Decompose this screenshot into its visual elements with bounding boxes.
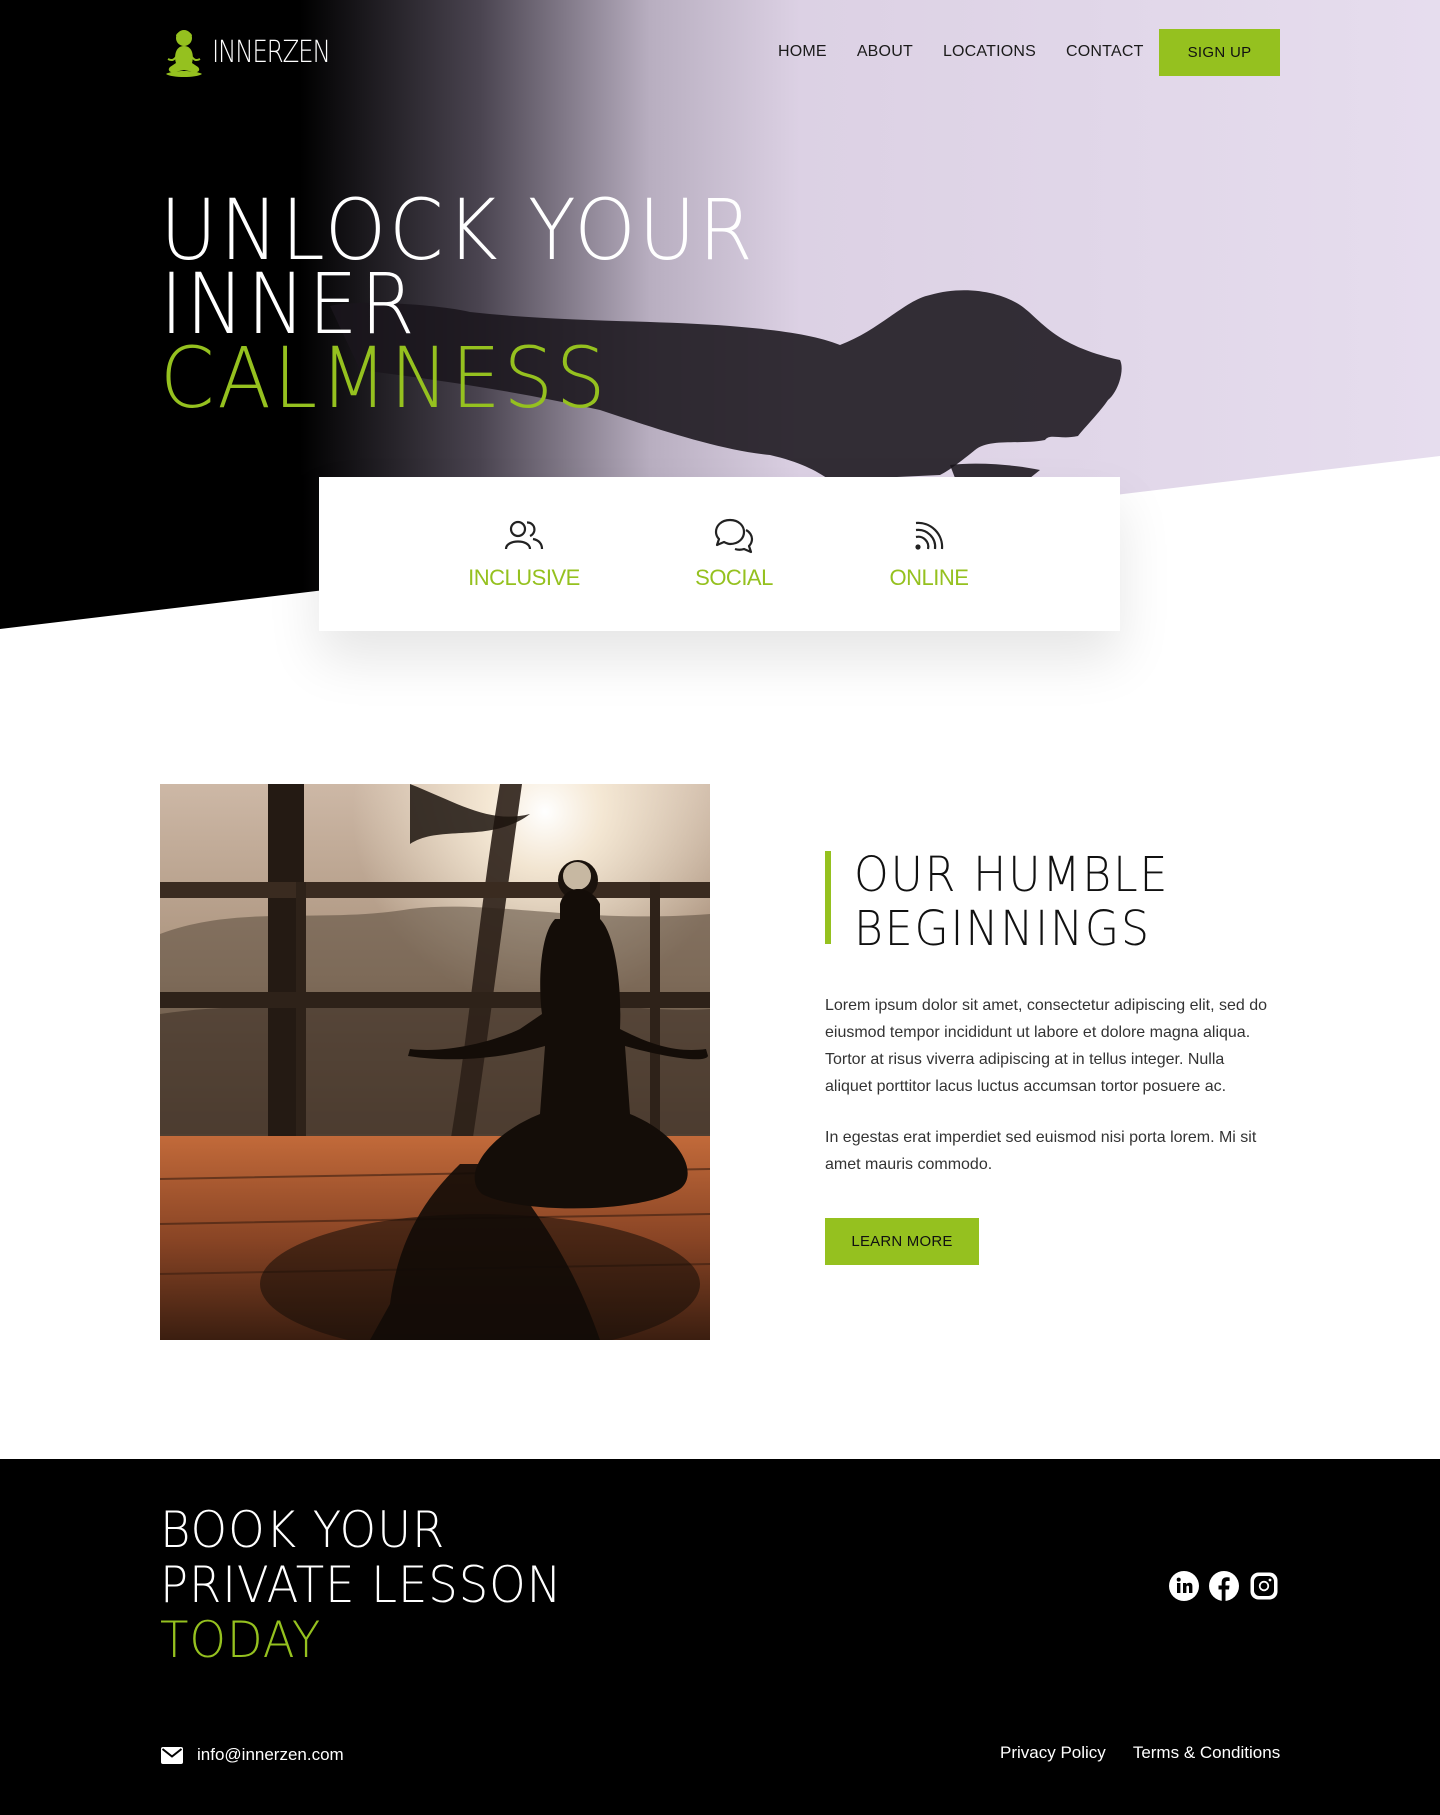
learn-more-button[interactable]: LEARN MORE [825, 1218, 979, 1265]
email-address: info@innerzen.com [197, 1745, 344, 1764]
about-section: OUR HUMBLE BEGINNINGS Lorem ipsum dolor … [825, 848, 1285, 1265]
linkedin-icon[interactable] [1169, 1571, 1199, 1601]
meditation-logo-icon [166, 30, 202, 77]
nav-about-link[interactable]: ABOUT [857, 38, 913, 66]
feature-inclusive: INCLUSIVE [444, 517, 604, 591]
book-line-2: PRIVATE LESSON [160, 1556, 563, 1614]
nav-locations-link[interactable]: LOCATIONS [943, 38, 1036, 66]
privacy-policy-link[interactable]: Privacy Policy [1000, 1743, 1106, 1763]
logo[interactable]: INNERZEN [162, 27, 355, 79]
meditation-photo-illustration [160, 784, 710, 1340]
feature-social: SOCIAL [654, 517, 814, 591]
instagram-icon[interactable] [1249, 1571, 1279, 1601]
social-links [1169, 1571, 1279, 1601]
feature-online: ONLINE [849, 517, 1009, 591]
main-nav: HOME ABOUT LOCATIONS CONTACT [778, 38, 1174, 66]
book-line-3: TODAY [160, 1611, 322, 1669]
book-lesson-heading: BOOK YOUR PRIVATE LESSON TODAY [160, 1503, 593, 1668]
sign-up-button[interactable]: SIGN UP [1159, 29, 1280, 76]
rss-icon [915, 521, 944, 550]
contact-email[interactable]: info@innerzen.com [161, 1745, 344, 1765]
about-title: OUR HUMBLE BEGINNINGS [854, 848, 1251, 956]
feature-label: ONLINE [889, 565, 969, 590]
feature-label: SOCIAL [695, 565, 773, 590]
envelope-icon [161, 1746, 183, 1764]
book-line-1: BOOK YOUR [160, 1501, 446, 1559]
hero-headline: UNLOCK YOUR INNER CALMNESS [160, 188, 800, 427]
title-accent-bar [825, 851, 831, 944]
footer: BOOK YOUR PRIVATE LESSON TODAY info@inne… [0, 1459, 1440, 1815]
meditation-photo [160, 784, 710, 1340]
features-card: INCLUSIVE SOCIAL ONLINE [319, 477, 1120, 631]
about-paragraph-2: In egestas erat imperdiet sed euismod ni… [825, 1129, 1257, 1173]
about-title-line-2: BEGINNINGS [854, 901, 1151, 957]
feature-label: INCLUSIVE [468, 565, 580, 590]
about-title-line-1: OUR HUMBLE [854, 847, 1170, 903]
facebook-icon[interactable] [1209, 1571, 1239, 1601]
users-icon [504, 520, 544, 550]
nav-home-link[interactable]: HOME [778, 38, 827, 66]
logo-wordmark: INNERZEN [212, 35, 331, 70]
chat-bubbles-icon [714, 518, 754, 554]
terms-conditions-link[interactable]: Terms & Conditions [1133, 1743, 1280, 1763]
nav-contact-link[interactable]: CONTACT [1066, 38, 1144, 66]
hero-headline-line-3: CALMNESS [160, 329, 609, 427]
legal-links: Privacy Policy Terms & Conditions [1000, 1743, 1307, 1763]
about-paragraph-1: Lorem ipsum dolor sit amet, consectetur … [825, 997, 1267, 1095]
